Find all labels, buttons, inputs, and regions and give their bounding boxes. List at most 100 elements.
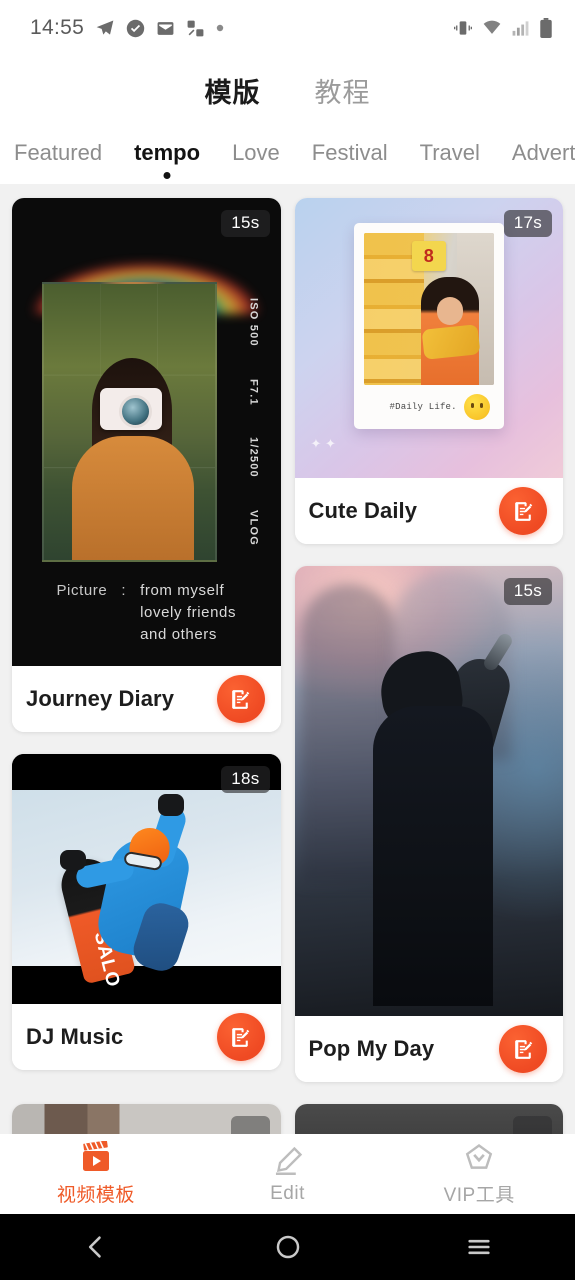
header-tabs: 模版 教程 bbox=[0, 56, 575, 124]
tab-tutorials[interactable]: 教程 bbox=[315, 71, 371, 110]
polaroid-frame: 8 #Daily Life. bbox=[353, 223, 504, 429]
caption-colon: : bbox=[121, 582, 127, 599]
dot-icon bbox=[216, 24, 224, 32]
android-recents-button[interactable] bbox=[383, 1233, 575, 1261]
singer-torso bbox=[372, 706, 493, 1006]
category-tempo[interactable]: tempo bbox=[134, 140, 200, 168]
status-bar-right bbox=[453, 17, 553, 39]
template-thumbnail: 0s bbox=[294, 1104, 563, 1134]
edit-document-icon[interactable] bbox=[216, 675, 265, 723]
grid-column-left: ISO 500 F7.1 1/2500 VLOG Picture : from … bbox=[12, 198, 281, 1082]
template-card-journey-diary[interactable]: ISO 500 F7.1 1/2500 VLOG Picture : from … bbox=[12, 198, 281, 732]
category-advertiser[interactable]: Advertiser bbox=[512, 140, 575, 168]
mail-icon bbox=[157, 21, 174, 35]
sun-smile-icon bbox=[463, 394, 490, 420]
telegram-icon bbox=[96, 20, 114, 35]
card-footer: Cute Daily bbox=[294, 478, 563, 544]
recents-icon bbox=[468, 1239, 490, 1255]
battery-icon bbox=[540, 17, 552, 38]
template-thumbnail: 18s bbox=[12, 754, 281, 1004]
grid-column-right: ✦ ✦ 8 #Daily Life. 17s Cute Daily 15s Po… bbox=[294, 198, 563, 1082]
thumbnail-caption: Picture : from myself lovely friends and… bbox=[12, 580, 281, 645]
template-thumbnail: 0s bbox=[12, 1104, 281, 1134]
edit-document-icon[interactable] bbox=[216, 1013, 265, 1061]
template-card-cute-daily[interactable]: ✦ ✦ 8 #Daily Life. 17s Cute Daily bbox=[294, 198, 563, 544]
price-tag: 8 bbox=[411, 241, 446, 271]
inner-photo bbox=[42, 282, 217, 562]
caption-line-2: lovely friends bbox=[140, 603, 237, 621]
android-navigation-bar bbox=[0, 1214, 575, 1280]
template-card-pop-my-day[interactable]: 15s Pop My Day bbox=[294, 566, 563, 1082]
vip-diamond-icon bbox=[465, 1144, 493, 1169]
bottom-navigation-bar: 视频模板 Edit VIP工具 bbox=[0, 1134, 575, 1214]
caption-lines: from myself lovely friends and others bbox=[140, 580, 236, 645]
template-grid-next-row: 0s 0s bbox=[0, 1104, 575, 1134]
nav-item-edit[interactable]: Edit bbox=[192, 1144, 384, 1205]
nav-item-vip-tools[interactable]: VIP工具 bbox=[383, 1141, 575, 1207]
polaroid-caption: #Daily Life. bbox=[389, 402, 457, 412]
meta-shutter: 1/2500 bbox=[247, 437, 260, 479]
template-card-partial[interactable]: 0s bbox=[12, 1104, 281, 1134]
status-bar-left: 14:55 bbox=[30, 16, 224, 40]
template-thumbnail: ✦ ✦ 8 #Daily Life. 17s bbox=[294, 198, 563, 478]
caption-line-1: from myself bbox=[140, 582, 225, 599]
status-bar-clock: 14:55 bbox=[30, 16, 85, 39]
person-face bbox=[436, 297, 463, 325]
check-circle-icon bbox=[126, 19, 145, 37]
template-title: DJ Music bbox=[26, 1024, 124, 1049]
template-thumbnail: ISO 500 F7.1 1/2500 VLOG Picture : from … bbox=[12, 198, 281, 666]
share-nodes-icon bbox=[187, 20, 204, 36]
nav-item-video-template[interactable]: 视频模板 bbox=[0, 1141, 192, 1207]
signal-icon bbox=[512, 20, 529, 36]
category-travel[interactable]: Travel bbox=[420, 140, 480, 168]
category-featured[interactable]: Featured bbox=[14, 140, 102, 168]
duration-badge: 0s bbox=[230, 1116, 270, 1134]
meta-iso: ISO 500 bbox=[247, 297, 260, 347]
android-back-button[interactable] bbox=[0, 1233, 192, 1261]
duration-badge: 15s bbox=[221, 210, 270, 237]
template-thumbnail: 15s bbox=[294, 566, 563, 1016]
person-shape bbox=[420, 277, 479, 385]
letterbox-bottom bbox=[12, 966, 281, 1004]
polaroid-photo: 8 bbox=[363, 233, 494, 385]
meta-tag: VLOG bbox=[247, 510, 260, 547]
app-screen: 14:55 模版 教程 Featured tempo Love Festival… bbox=[0, 0, 575, 1280]
pencil-icon bbox=[275, 1146, 302, 1175]
template-title: Pop My Day bbox=[308, 1036, 435, 1061]
category-tab-bar[interactable]: Featured tempo Love Festival Travel Adve… bbox=[0, 124, 575, 184]
template-title: Cute Daily bbox=[308, 498, 418, 523]
edit-document-icon[interactable] bbox=[499, 1025, 547, 1073]
person-body-shape bbox=[72, 436, 194, 560]
sparkle-decoration: ✦ ✦ bbox=[310, 436, 336, 451]
duration-badge: 15s bbox=[503, 578, 552, 605]
camera-shape bbox=[100, 388, 162, 430]
duration-badge: 17s bbox=[503, 210, 552, 237]
home-icon bbox=[276, 1235, 299, 1259]
category-love[interactable]: Love bbox=[232, 140, 280, 168]
template-title: Journey Diary bbox=[26, 686, 175, 711]
template-card-dj-music[interactable]: 18s DJ Music bbox=[12, 754, 281, 1070]
category-festival[interactable]: Festival bbox=[312, 140, 388, 168]
status-bar: 14:55 bbox=[0, 0, 575, 56]
tab-templates[interactable]: 模版 bbox=[205, 71, 261, 110]
duration-badge: 18s bbox=[221, 766, 270, 793]
polaroid-caption-row: #Daily Life. bbox=[364, 385, 494, 429]
template-grid: ISO 500 F7.1 1/2500 VLOG Picture : from … bbox=[0, 184, 575, 1082]
edit-document-icon[interactable] bbox=[499, 487, 547, 535]
meta-aperture: F7.1 bbox=[247, 378, 260, 406]
nav-label-edit: Edit bbox=[270, 1182, 305, 1204]
video-template-icon bbox=[82, 1141, 109, 1171]
glove-shape bbox=[60, 850, 86, 870]
android-home-button[interactable] bbox=[192, 1233, 384, 1261]
wifi-icon bbox=[483, 20, 501, 34]
nav-label-vip-tools: VIP工具 bbox=[443, 1185, 515, 1206]
duration-badge: 0s bbox=[513, 1116, 552, 1134]
card-footer: DJ Music bbox=[12, 1004, 281, 1070]
card-footer: Pop My Day bbox=[294, 1016, 563, 1082]
vibrate-icon bbox=[454, 21, 472, 35]
template-grid-scroll[interactable]: ISO 500 F7.1 1/2500 VLOG Picture : from … bbox=[0, 184, 575, 1134]
template-card-partial[interactable]: 0s bbox=[294, 1104, 563, 1134]
card-footer: Journey Diary bbox=[12, 666, 281, 732]
nav-label-video-template: 视频模板 bbox=[56, 1185, 135, 1206]
camera-meta-strip: ISO 500 F7.1 1/2500 VLOG bbox=[241, 282, 267, 562]
